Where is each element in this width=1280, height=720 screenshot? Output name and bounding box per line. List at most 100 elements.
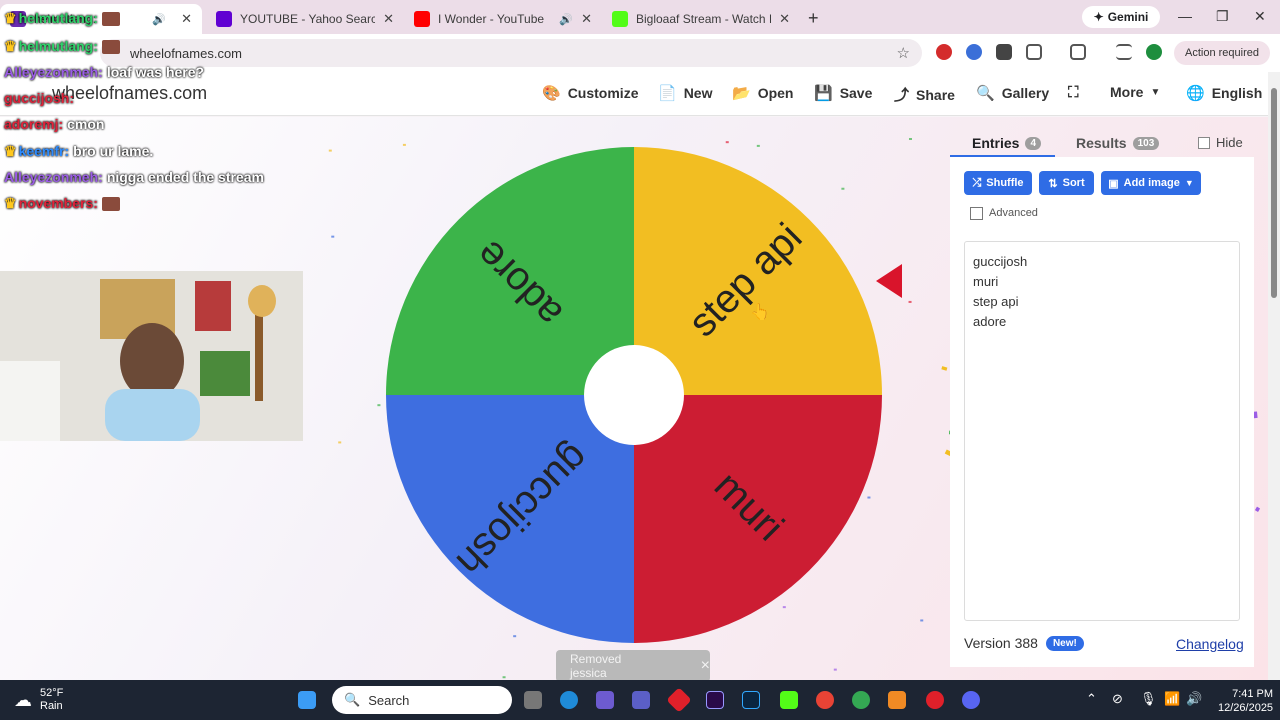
chevron-up-icon[interactable]: ⌃ [1086,691,1097,707]
maximize-icon[interactable]: ❐ [1216,8,1229,25]
chat-username: Alleyezonmeh: [4,64,103,80]
app-icon[interactable] [666,687,692,713]
confetti-piece [833,668,837,671]
weather-widget[interactable]: ☁ 52°F Rain [14,687,63,713]
entries-count-badge: 4 [1025,136,1042,150]
chat-text: nigga ended the stream [106,169,264,185]
taskbar-search[interactable]: 🔍 Search [332,686,512,714]
speaker-icon[interactable]: 🔊 [152,13,166,26]
close-tab-icon[interactable]: ✕ [581,11,592,27]
chat-username: novembers: [18,195,98,211]
network-off-icon[interactable]: ⊘ [1112,691,1123,707]
volume-icon[interactable]: 🔊 [1186,691,1202,707]
more-button[interactable]: More ▼ [1110,84,1160,100]
tab-title: YOUTUBE - Yahoo Search Results [240,12,376,26]
chat-message: Alleyezonmeh: loaf was here? [4,64,204,80]
url-input[interactable]: wheelofnames.com ☆ [100,39,922,67]
wheel-svg[interactable]: step apimuriguccijoshadore [385,146,883,644]
open-button[interactable]: 📂 Open [732,84,793,102]
browser-tab[interactable]: YOUTUBE - Yahoo Search Results ✕ [206,4,404,34]
kick-icon[interactable] [780,691,798,709]
page-scrollbar[interactable] [1268,72,1280,680]
share-button[interactable]: ⤴ Share [894,84,955,105]
file-icon: 📄 [658,85,677,102]
sort-label: Sort [1062,177,1085,189]
confetti-piece [377,404,381,407]
entry-line: guccijosh [973,254,1028,269]
browser-tab[interactable]: I Wonder - YouTube 🔊 ✕ [404,4,602,34]
tab-search-icon[interactable] [1070,44,1086,60]
chat-message: ♛ helmutlang: [4,38,120,55]
sort-button[interactable]: ⇅ Sort [1039,171,1094,195]
scrollbar-thumb[interactable] [1271,88,1277,298]
add-image-label: Add image [1123,177,1180,189]
adblock-extension-icon[interactable] [936,44,952,60]
chat-username: keemfr: [18,143,70,159]
add-image-button[interactable]: ▣ Add image ▼ [1101,171,1201,195]
wifi-icon[interactable]: 📶 [1164,691,1180,707]
profile-avatar[interactable] [1146,44,1162,60]
search-icon: 🔍 [344,692,361,707]
close-tab-icon[interactable]: ✕ [181,11,192,27]
toast-close-icon[interactable]: × [701,657,710,675]
microphone-icon[interactable]: 🎙 [1140,691,1157,707]
new-button[interactable]: 📄 New [658,84,712,102]
app-icon[interactable] [888,691,906,709]
entry-line: adore [973,314,1007,329]
edge-icon[interactable] [560,691,578,709]
puzzle-icon[interactable] [1026,44,1042,60]
chrome-icon[interactable] [816,691,834,709]
app-icon[interactable] [926,691,944,709]
teams-icon[interactable] [632,691,650,709]
language-button[interactable]: 🌐 English [1186,84,1262,102]
chevron-down-icon: ▼ [1150,86,1161,98]
shuffle-button[interactable]: ⤮ Shuffle [964,171,1032,195]
image-icon: ▣ [1108,177,1119,190]
confetti-piece [920,619,924,622]
extension-icon[interactable] [966,44,982,60]
clock[interactable]: 7:41 PM 12/26/2025 [1218,687,1273,715]
hide-checkbox[interactable] [1198,137,1210,149]
share-icon: ⤴ [894,87,910,104]
wheel-center[interactable] [584,345,684,445]
advanced-checkbox[interactable] [970,207,983,220]
chat-username: Alleyezonmeh: [4,169,103,185]
gallery-button[interactable]: 🔍 Gallery [976,84,1049,102]
new-tab-button[interactable]: + [808,8,819,29]
media-controls-icon[interactable] [1116,44,1132,60]
close-window-icon[interactable]: ✕ [1254,8,1266,25]
confetti-piece [908,137,912,140]
tab-entries[interactable]: Entries 4 [972,135,1042,151]
tab-results[interactable]: Results 103 [1076,135,1160,151]
photoshop-icon[interactable] [742,691,760,709]
gemini-button[interactable]: ✦ Gemini [1082,6,1160,28]
premiere-icon[interactable] [706,691,724,709]
action-required-button[interactable]: Action required [1174,41,1270,65]
close-tab-icon[interactable]: ✕ [383,11,394,27]
extension-icon[interactable] [996,44,1012,60]
chat-message: Alleyezonmeh: nigga ended the stream [4,169,264,185]
copilot-icon[interactable] [596,691,614,709]
chat-message: ♛ keemfr: bro ur lame. [4,143,153,160]
chrome-active-icon[interactable] [852,691,870,709]
task-view-icon[interactable] [524,691,542,709]
wheel[interactable]: step api muri guccijosh adore [385,146,883,644]
customize-button[interactable]: 🎨 Customize [542,84,638,102]
start-button[interactable] [298,691,316,709]
advanced-label: Advanced [989,207,1038,219]
changelog-link[interactable]: Changelog [1176,636,1244,652]
bookmark-star-icon[interactable]: ☆ [897,44,910,62]
fullscreen-button[interactable]: ⛶ [1068,84,1079,101]
save-button[interactable]: 💾 Save [814,84,872,102]
tab-results-label: Results [1076,135,1127,151]
action-required-label: Action required [1185,47,1259,59]
palette-icon: 🎨 [542,85,561,102]
close-tab-icon[interactable]: ✕ [779,11,790,27]
browser-tab[interactable]: Bigloaaf Stream - Watch Live on ✕ [602,4,800,34]
speaker-icon[interactable]: 🔊 [559,13,573,26]
confetti-piece [908,300,912,303]
entries-textarea[interactable]: guccijosh muri step api adore [964,241,1240,621]
minimize-icon[interactable]: — [1178,8,1192,24]
discord-icon[interactable] [962,691,980,709]
hand-cursor-icon: 👆 [750,304,770,321]
